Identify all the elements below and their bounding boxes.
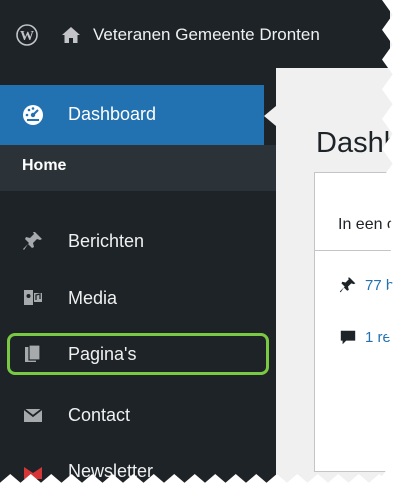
admin-bar: W Veteranen Gemeente Dronten xyxy=(0,0,390,68)
comment-icon xyxy=(340,330,356,345)
sidebar-item-label: Berichten xyxy=(68,231,145,251)
sidebar-item-contact[interactable]: Contact xyxy=(0,392,276,436)
wordpress-logo-icon[interactable]: W xyxy=(16,24,38,46)
highlight-outline xyxy=(7,333,269,375)
envelope-icon xyxy=(23,408,43,422)
active-menu-arrow xyxy=(264,106,276,126)
pushpin-icon xyxy=(339,277,356,293)
sidebar-item-label: Dashboard xyxy=(68,104,157,124)
sidebar-item-media[interactable]: Media xyxy=(0,275,276,319)
wp-admin-screen: W Veteranen Gemeente Dronten Dashboard H… xyxy=(0,0,410,496)
site-name-link[interactable]: Veteranen Gemeente Dronten xyxy=(93,24,320,46)
pushpin-icon xyxy=(23,232,42,250)
main-content: Dashboard In een oogopslag 77 berichten … xyxy=(276,68,410,496)
home-icon[interactable] xyxy=(61,25,81,45)
admin-sidebar: Dashboard Home Berichten Media Pagina's … xyxy=(0,68,276,496)
svg-text:W: W xyxy=(20,29,34,44)
media-icon xyxy=(24,290,42,305)
sidebar-item-berichten[interactable]: Berichten xyxy=(0,218,276,262)
dashboard-gauge-icon xyxy=(23,105,43,125)
sidebar-item-dashboard[interactable]: Dashboard xyxy=(0,85,264,145)
submenu-item-home[interactable]: Home xyxy=(22,157,66,175)
sidebar-item-label: Media xyxy=(68,288,118,308)
dashboard-submenu: Home xyxy=(0,145,276,191)
sidebar-item-label: Contact xyxy=(68,405,131,425)
